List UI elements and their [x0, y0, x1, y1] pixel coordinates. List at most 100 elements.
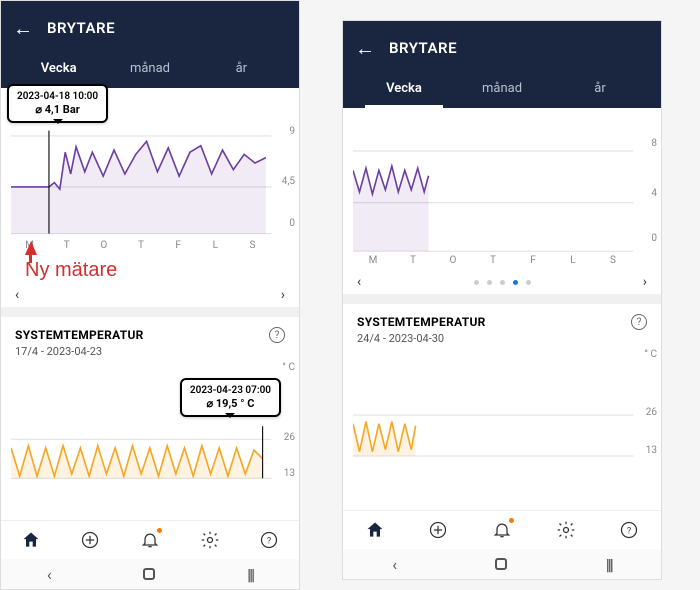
- xaxis-label: T: [393, 255, 433, 266]
- tooltip-time: 2023-04-18 10:00: [17, 90, 98, 103]
- tab-ar[interactable]: år: [196, 51, 287, 88]
- yaxis-top: 9: [289, 126, 295, 137]
- xaxis-label: L: [553, 255, 593, 266]
- xaxis-label: O: [433, 255, 473, 266]
- header: ← BRYTARE Vecka månad år: [343, 21, 661, 108]
- pressure-pager: ‹ ›: [343, 270, 661, 294]
- xaxis-label: T: [122, 240, 159, 251]
- temp-unit: ° C: [282, 362, 295, 373]
- sys-home-icon[interactable]: [495, 558, 507, 570]
- page-title: BRYTARE: [389, 39, 457, 57]
- bottom-nav: ?: [343, 510, 661, 549]
- tabs: Vecka månad år: [355, 71, 649, 108]
- yaxis-mid: 4: [651, 188, 657, 199]
- sys-recent-icon[interactable]: |||: [247, 565, 253, 584]
- system-nav: ‹ |||: [343, 549, 661, 579]
- pager-dot[interactable]: [487, 280, 492, 285]
- gear-icon[interactable]: [555, 519, 577, 541]
- temp-range: 24/4 - 2023-04-30: [343, 332, 661, 349]
- tab-manad[interactable]: månad: [453, 71, 551, 108]
- xaxis-label: S: [593, 255, 633, 266]
- pressure-tooltip: 2023-04-18 10:00 ⌀ 4,1 Bar: [7, 84, 108, 123]
- temp-title: SYSTEMTEMPERATUR: [15, 328, 144, 342]
- pager-dot-active[interactable]: [513, 280, 518, 285]
- help-icon[interactable]: ?: [631, 314, 647, 330]
- pager-dot[interactable]: [474, 280, 479, 285]
- svg-text:?: ?: [627, 526, 631, 536]
- temp-section-head: SYSTEMTEMPERATUR ?: [343, 304, 661, 332]
- tooltip-value: ⌀ 4,1 Bar: [17, 103, 98, 117]
- yaxis-top: 26: [284, 432, 295, 443]
- sys-recent-icon[interactable]: |||: [606, 555, 612, 574]
- xaxis-label: M: [353, 255, 393, 266]
- pager-dot[interactable]: [500, 280, 505, 285]
- svg-text:?: ?: [267, 536, 271, 546]
- xaxis-label: F: [513, 255, 553, 266]
- gear-icon[interactable]: [199, 529, 221, 551]
- annotation-text: Ny mätare: [25, 259, 117, 282]
- yaxis-top: 26: [646, 407, 657, 418]
- yaxis-bot: 13: [284, 468, 295, 479]
- bell-icon[interactable]: [491, 519, 513, 541]
- pressure-svg: [353, 138, 655, 257]
- temp-chart[interactable]: ° C 2023-04-23 07:00 ⌀ 19,5 ° C 26 13: [1, 362, 299, 482]
- tooltip-time: 2023-04-23 07:00: [190, 384, 271, 397]
- pressure-chart[interactable]: 8 4 0: [343, 108, 661, 253]
- xaxis-label: O: [85, 240, 122, 251]
- pager-dots: [474, 280, 531, 285]
- temp-range: 17/4 - 2023-04-23: [1, 345, 299, 362]
- phone-left: ← BRYTARE Vecka månad år 2023-04-18 10:0…: [0, 0, 300, 590]
- xaxis-label: L: [197, 240, 234, 251]
- yaxis-bot: 13: [646, 445, 657, 456]
- home-icon[interactable]: [364, 519, 386, 541]
- bell-icon[interactable]: [139, 529, 161, 551]
- add-icon[interactable]: [427, 519, 449, 541]
- pager-prev-icon[interactable]: ‹: [15, 287, 19, 303]
- sys-back-icon[interactable]: ‹: [392, 555, 397, 574]
- pager-next-icon[interactable]: ›: [643, 274, 647, 290]
- tabs: Vecka månad år: [13, 51, 287, 88]
- xaxis-label: T: [473, 255, 513, 266]
- annotation-ny-matare: Ny mätare: [25, 259, 117, 282]
- pager-prev-icon[interactable]: ‹: [357, 274, 361, 290]
- temp-section-head: SYSTEMTEMPERATUR ?: [1, 317, 299, 345]
- pager-next-icon[interactable]: ›: [281, 287, 285, 303]
- back-arrow-icon[interactable]: ←: [13, 16, 33, 41]
- temp-unit: ° C: [644, 349, 657, 360]
- pressure-chart[interactable]: 2023-04-18 10:00 ⌀ 4,1 Bar 9 4,5 0: [1, 88, 299, 238]
- yaxis-mid: 4,5: [282, 176, 295, 187]
- tooltip-value: ⌀ 19,5 ° C: [190, 397, 271, 411]
- pressure-xaxis: M T O T F L S: [1, 238, 299, 255]
- page-title: BRYTARE: [47, 19, 115, 37]
- temp-title: SYSTEMTEMPERATUR: [357, 315, 486, 329]
- back-arrow-icon[interactable]: ←: [355, 36, 375, 61]
- xaxis-label: F: [160, 240, 197, 251]
- add-icon[interactable]: [79, 529, 101, 551]
- temp-svg: [353, 359, 655, 467]
- sys-home-icon[interactable]: [143, 568, 155, 580]
- tab-ar[interactable]: år: [551, 71, 649, 108]
- xaxis-label: T: [48, 240, 85, 251]
- yaxis-top: 8: [651, 138, 657, 149]
- tab-manad[interactable]: månad: [104, 51, 195, 88]
- system-nav: ‹ |||: [1, 559, 299, 589]
- yaxis-bot: 0: [289, 218, 295, 229]
- temp-tooltip: 2023-04-23 07:00 ⌀ 19,5 ° C: [180, 378, 281, 417]
- arrow-stem: [29, 253, 32, 263]
- home-icon[interactable]: [20, 529, 42, 551]
- section-gap: [343, 294, 661, 304]
- help-icon[interactable]: ?: [269, 327, 285, 343]
- pager-dot[interactable]: [526, 280, 531, 285]
- xaxis-label: S: [234, 240, 271, 251]
- bottom-nav: ?: [1, 520, 299, 559]
- phone-right: ← BRYTARE Vecka månad år 8 4 0 M T O T F…: [342, 20, 662, 580]
- tab-vecka[interactable]: Vecka: [13, 51, 104, 88]
- tab-vecka[interactable]: Vecka: [355, 71, 453, 108]
- sys-back-icon[interactable]: ‹: [47, 565, 52, 584]
- section-gap: [1, 307, 299, 317]
- pressure-pager: ‹ ›: [1, 283, 299, 307]
- help-nav-icon[interactable]: ?: [258, 529, 280, 551]
- header: ← BRYTARE Vecka månad år: [1, 1, 299, 88]
- temp-chart[interactable]: ° C 26 13: [343, 349, 661, 461]
- help-nav-icon[interactable]: ?: [618, 519, 640, 541]
